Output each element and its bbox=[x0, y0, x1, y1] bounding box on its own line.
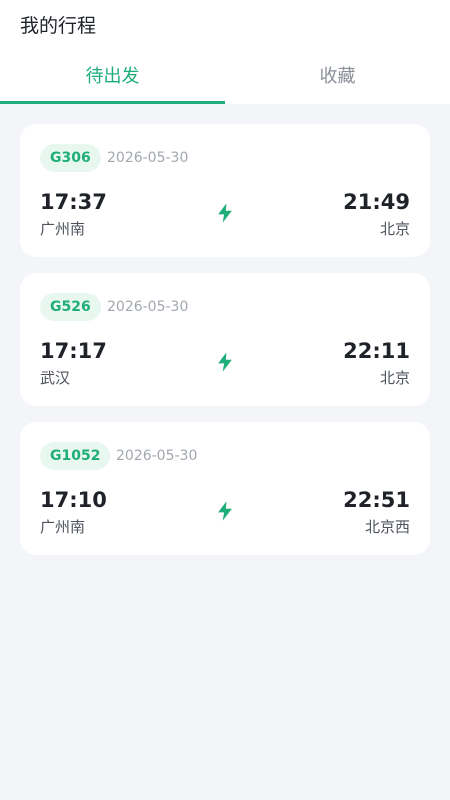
departure-time: 17:37 bbox=[40, 190, 107, 214]
page-title: 我的行程 bbox=[20, 15, 97, 37]
departure-station: 武汉 bbox=[40, 369, 71, 387]
departure-time: 17:10 bbox=[40, 488, 107, 512]
departure-time: 17:17 bbox=[40, 339, 107, 363]
trip-date: 2026-05-30 bbox=[107, 299, 189, 315]
arrival-time: 22:11 bbox=[343, 339, 410, 363]
trip-card[interactable]: G1052 2026-05-30 17:10 广州南 22:51 北京西 bbox=[20, 422, 430, 555]
lightning-bolt-icon bbox=[218, 501, 232, 521]
lightning-bolt-icon bbox=[218, 203, 232, 223]
train-number-badge: G526 bbox=[40, 293, 101, 321]
arrival-station: 北京西 bbox=[364, 518, 410, 536]
tab-favorites[interactable]: 收藏 bbox=[225, 56, 450, 104]
trip-date: 2026-05-30 bbox=[116, 448, 198, 464]
tab-bar: 待出发 收藏 bbox=[0, 56, 450, 104]
arrival-time: 22:51 bbox=[343, 488, 410, 512]
train-number-badge: G306 bbox=[40, 144, 101, 172]
arrival-station: 北京 bbox=[379, 369, 410, 387]
lightning-bolt-icon bbox=[218, 352, 232, 372]
arrival-station: 北京 bbox=[379, 220, 410, 238]
tab-upcoming[interactable]: 待出发 bbox=[0, 56, 225, 104]
top-bar: 我的行程 待出发 收藏 bbox=[0, 0, 450, 104]
trip-date: 2026-05-30 bbox=[107, 150, 189, 166]
trip-list: G306 2026-05-30 17:37 广州南 21:49 北京 G526 … bbox=[20, 124, 430, 571]
trip-card[interactable]: G526 2026-05-30 17:17 武汉 22:11 北京 bbox=[20, 273, 430, 406]
train-number-badge: G1052 bbox=[40, 442, 111, 470]
departure-station: 广州南 bbox=[40, 518, 86, 536]
departure-station: 广州南 bbox=[40, 220, 86, 238]
arrival-time: 21:49 bbox=[343, 190, 410, 214]
trip-card[interactable]: G306 2026-05-30 17:37 广州南 21:49 北京 bbox=[20, 124, 430, 257]
